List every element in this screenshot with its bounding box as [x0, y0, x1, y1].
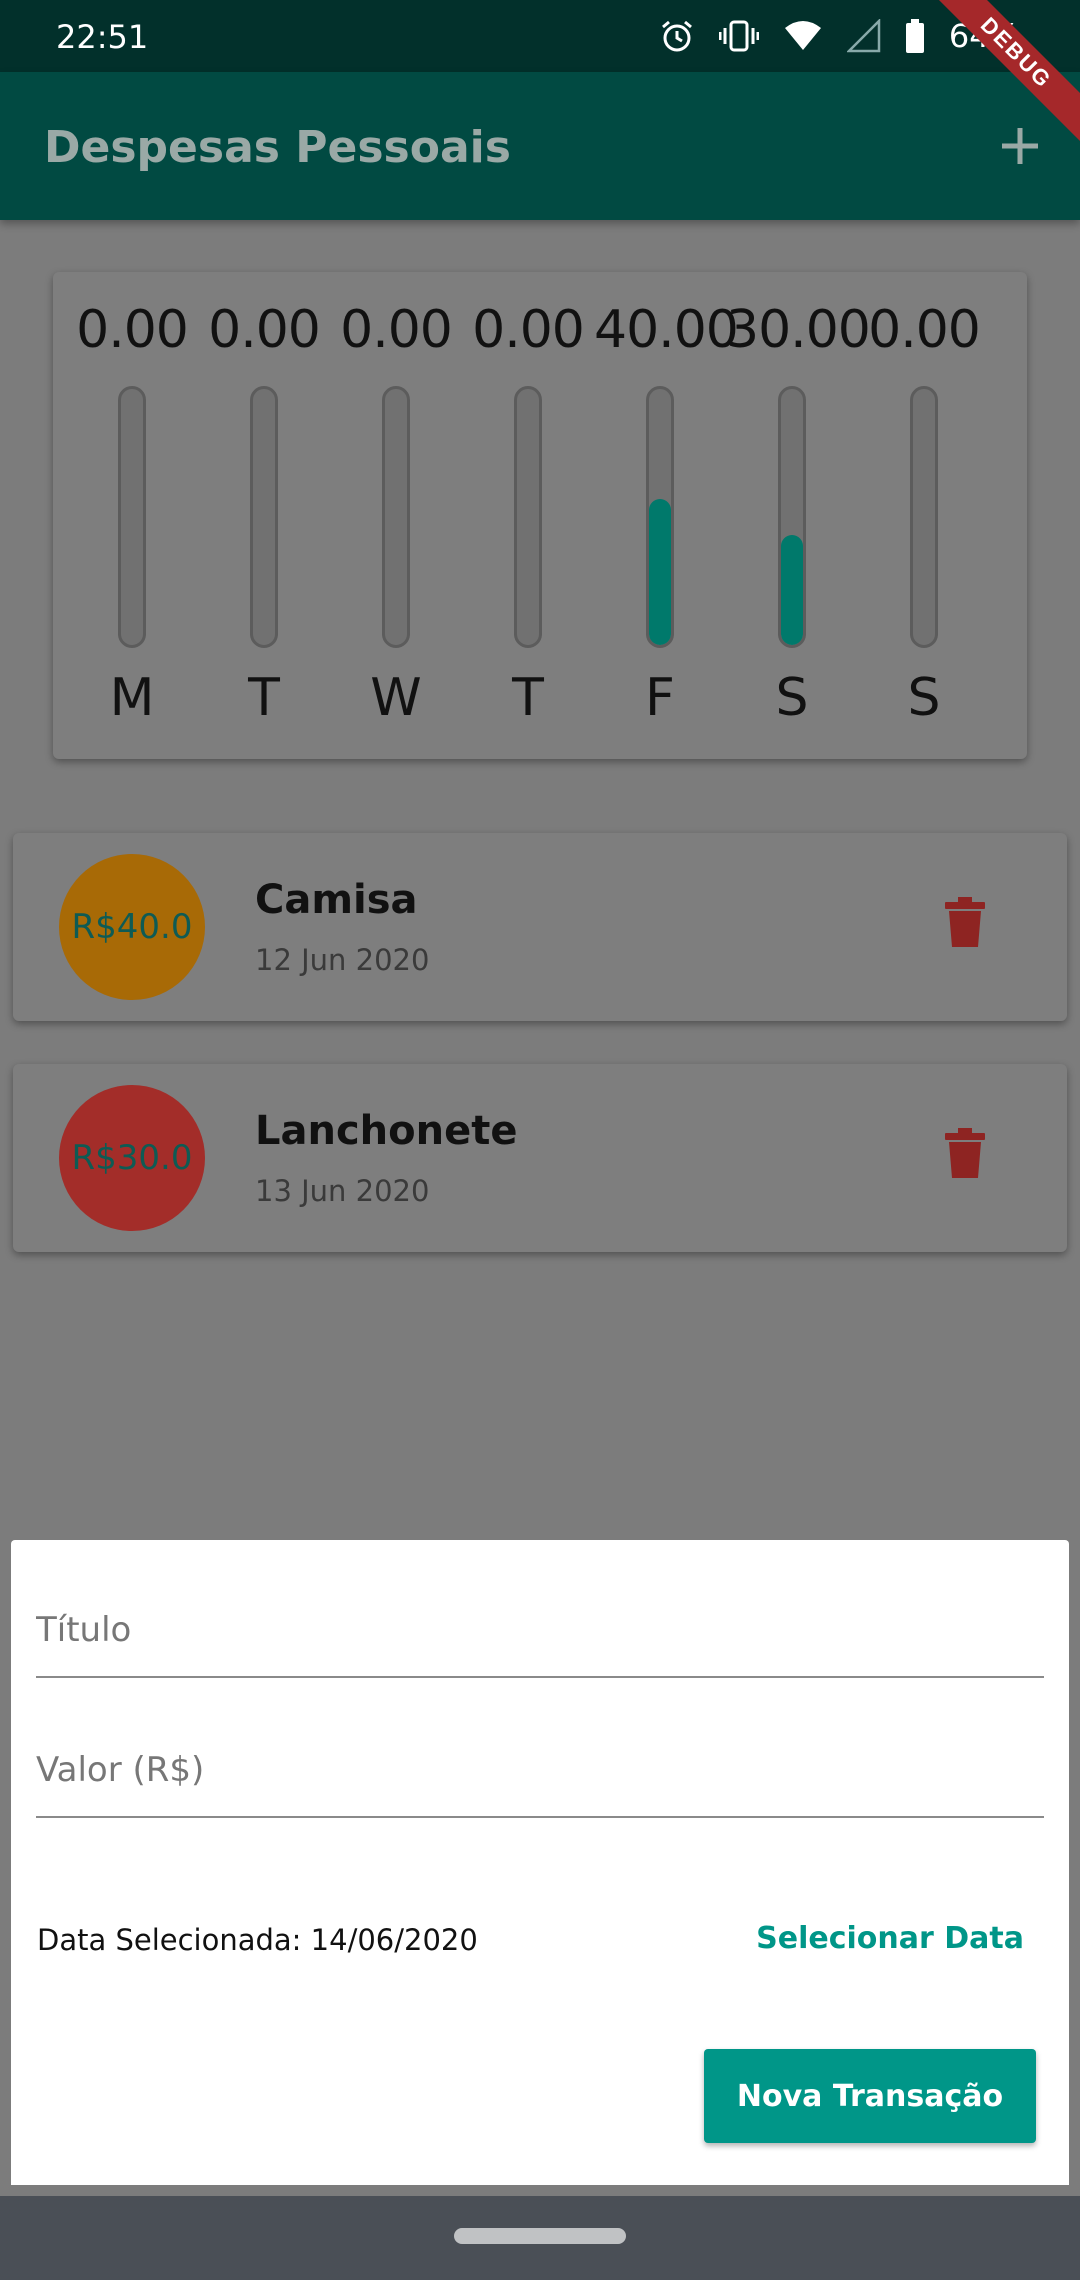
bar-day-label: S [775, 668, 809, 728]
cell-signal-icon [846, 19, 881, 53]
status-icons: 64% [659, 14, 1020, 58]
bar-day-label: S [907, 668, 941, 728]
bar-day-label: M [109, 668, 155, 728]
bar-value-label: 0.00 [472, 300, 585, 360]
home-gesture-handle[interactable] [454, 2228, 626, 2244]
chart-bar: 0.00 W [330, 272, 462, 759]
wifi-icon [783, 20, 823, 52]
selected-date-text: Data Selecionada: 14/06/2020 [37, 1923, 478, 1957]
chart-bar: 30.00 S [726, 272, 871, 759]
title-field [36, 1578, 1044, 1678]
bar-track [250, 386, 278, 648]
bar-day-label: T [248, 668, 280, 728]
bar-track [778, 386, 806, 648]
bar-fill [781, 535, 803, 645]
plus-icon [1002, 128, 1038, 164]
chart-bar: 0.00 T [462, 272, 594, 759]
status-bar: 22:51 64% [0, 0, 1080, 72]
add-transaction-button[interactable] [990, 116, 1050, 176]
transaction-date: 13 Jun 2020 [255, 1174, 430, 1208]
amount-avatar: R$40.0 [59, 854, 205, 1000]
bar-value-label: 0.00 [340, 300, 453, 360]
select-date-button[interactable]: Selecionar Data [756, 1921, 1024, 1956]
bar-value-label: 0.00 [208, 300, 321, 360]
bar-fill [649, 498, 671, 645]
trash-icon [945, 897, 985, 947]
weekly-chart: 0.00 M 0.00 T 0.00 W 0.00 T 40.00 F 30.00 S 0.00 S [53, 272, 1027, 759]
bar-value-label: 0.00 [76, 300, 189, 360]
bar-track [910, 386, 938, 648]
transaction-title: Lanchonete [255, 1108, 518, 1154]
bar-track [118, 386, 146, 648]
bar-track [382, 386, 410, 648]
new-transaction-button[interactable]: Nova Transação [704, 2049, 1036, 2143]
page-title: Despesas Pessoais [44, 122, 511, 173]
delete-button[interactable] [945, 1128, 985, 1178]
bar-value-label: 30.00 [726, 300, 871, 360]
vibrate-icon [718, 18, 759, 54]
chart-bar: 0.00 T [198, 272, 330, 759]
delete-button[interactable] [945, 897, 985, 947]
app-bar: Despesas Pessoais [0, 72, 1080, 220]
value-input[interactable] [36, 1750, 1044, 1790]
bar-track [514, 386, 542, 648]
bar-day-label: F [645, 668, 675, 728]
bar-day-label: W [370, 668, 422, 728]
transaction-card: R$40.0 Camisa 12 Jun 2020 [13, 833, 1067, 1021]
bar-value-label: 40.00 [594, 300, 739, 360]
transaction-date: 12 Jun 2020 [255, 943, 430, 977]
status-time: 22:51 [56, 18, 149, 56]
battery-percentage: 64% [948, 17, 1020, 55]
value-field [36, 1718, 1044, 1818]
bar-track [646, 386, 674, 648]
amount-avatar: R$30.0 [59, 1085, 205, 1231]
navigation-bar [0, 2196, 1080, 2280]
trash-icon [945, 1128, 985, 1178]
chart-bar: 40.00 F [594, 272, 739, 759]
new-transaction-sheet: Data Selecionada: 14/06/2020 Selecionar … [11, 1540, 1069, 2185]
chart-bar: 0.00 M [66, 272, 198, 759]
title-input[interactable] [36, 1610, 1044, 1650]
transaction-card: R$30.0 Lanchonete 13 Jun 2020 [13, 1064, 1067, 1252]
bar-value-label: 0.00 [868, 300, 981, 360]
transaction-title: Camisa [255, 877, 418, 923]
chart-bar: 0.00 S [858, 272, 990, 759]
bar-day-label: T [512, 668, 544, 728]
alarm-icon [659, 18, 695, 54]
battery-icon [905, 19, 925, 53]
